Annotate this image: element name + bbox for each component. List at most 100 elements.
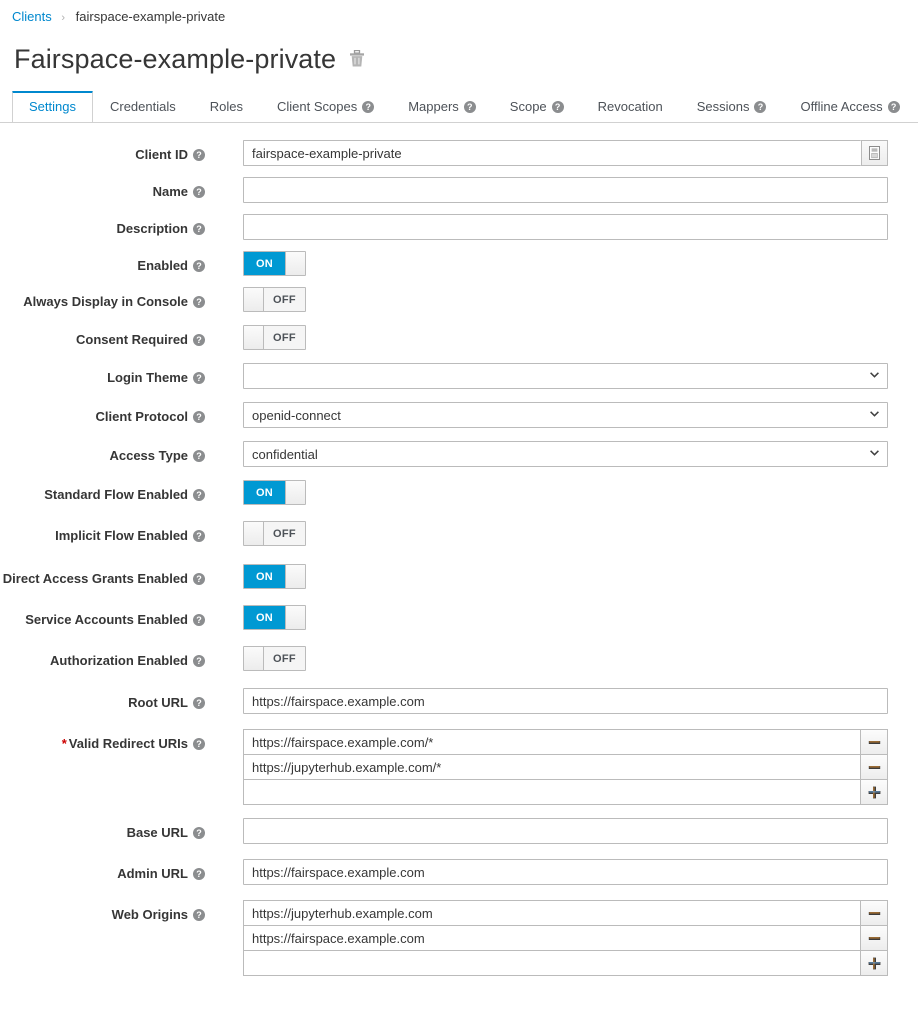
service-accounts-toggle[interactable]: ON (243, 605, 306, 630)
help-icon-client-id[interactable]: ? (193, 149, 205, 161)
form-row-description: Description? (0, 214, 918, 240)
authorization-toggle[interactable]: OFF (243, 646, 306, 671)
implicit-flow-toggle[interactable]: OFF (243, 521, 306, 546)
form-row-login-theme: Login Theme? (0, 363, 918, 389)
field-name (243, 177, 888, 203)
help-icon-service-accounts[interactable]: ? (193, 614, 205, 626)
help-icon-base-url[interactable]: ? (193, 827, 205, 839)
description-input[interactable] (243, 214, 888, 240)
service-accounts-toggle-knob (285, 606, 305, 629)
label-root-url: Root URL? (0, 688, 205, 711)
help-icon-tab-offline-access[interactable]: ? (887, 100, 900, 113)
help-icon-tab-client-scopes[interactable]: ? (362, 100, 375, 113)
admin-url-input[interactable] (243, 859, 888, 885)
consent-required-toggle[interactable]: OFF (243, 325, 306, 350)
login-theme-select[interactable] (243, 363, 888, 389)
root-url-input[interactable] (243, 688, 888, 714)
label-access-type: Access Type? (0, 441, 205, 464)
enabled-toggle[interactable]: ON (243, 251, 306, 276)
tab-scope[interactable]: Scope? (493, 91, 581, 122)
access-type-select[interactable]: confidential (243, 441, 888, 467)
help-icon-always-display[interactable]: ? (193, 296, 205, 308)
valid-redirect-uri-remove-button[interactable] (860, 729, 888, 755)
page-header: Fairspace-example-private (0, 26, 918, 75)
help-icon-authorization[interactable]: ? (193, 655, 205, 667)
form-row-authorization: Authorization Enabled? OFF (0, 646, 918, 673)
tab-offline-access[interactable]: Offline Access? (783, 91, 916, 122)
help-icon-valid-redirect-uris[interactable]: ? (193, 738, 205, 750)
tab-roles[interactable]: Roles (193, 91, 260, 122)
base-url-input[interactable] (243, 818, 888, 844)
label-enabled: Enabled? (0, 251, 205, 274)
valid-redirect-uri-remove-button[interactable] (860, 754, 888, 780)
label-standard-flow: Standard Flow Enabled? (0, 480, 205, 503)
tab-label: Client Scopes (277, 99, 358, 114)
name-input[interactable] (243, 177, 888, 203)
enabled-toggle-knob (285, 252, 305, 275)
tab-credentials[interactable]: Credentials (93, 91, 193, 122)
form-row-web-origins: Web Origins? (0, 900, 918, 976)
breadcrumb-separator-icon: › (61, 12, 66, 24)
help-icon-enabled[interactable]: ? (193, 260, 205, 272)
client-id-input[interactable] (243, 140, 862, 166)
help-icon-implicit-flow[interactable]: ? (193, 530, 205, 542)
valid-redirect-uri-row (243, 754, 888, 780)
direct-access-toggle-knob (285, 565, 305, 588)
help-icon-access-type[interactable]: ? (193, 450, 205, 462)
label-valid-redirect-uris: * Valid Redirect URIs? (0, 729, 205, 752)
valid-redirect-uri-add-button[interactable] (860, 779, 888, 805)
required-asterisk: * (61, 736, 67, 751)
label-always-display-text: Always Display in Console (23, 294, 188, 309)
form-row-client-id: Client ID? (0, 140, 918, 166)
help-icon-web-origins[interactable]: ? (193, 909, 205, 921)
valid-redirect-uri-input[interactable] (243, 754, 860, 780)
copy-icon[interactable] (861, 140, 888, 166)
field-authorization: OFF (243, 646, 888, 673)
form-row-implicit-flow: Implicit Flow Enabled? OFF (0, 521, 918, 548)
tab-label: Revocation (597, 99, 663, 114)
label-authorization: Authorization Enabled? (0, 646, 205, 669)
label-client-id-text: Client ID (135, 147, 188, 162)
help-icon-client-protocol[interactable]: ? (193, 411, 205, 423)
tab-revocation[interactable]: Revocation (581, 91, 680, 122)
valid-redirect-uri-input[interactable] (243, 729, 860, 755)
web-origin-input[interactable] (243, 900, 860, 926)
help-icon-tab-mappers[interactable]: ? (463, 100, 476, 113)
form-row-valid-redirect-uris: * Valid Redirect URIs? (0, 729, 918, 805)
field-client-protocol: openid-connect (243, 402, 888, 428)
web-origin-input[interactable] (243, 950, 860, 976)
web-origin-add-button[interactable] (860, 950, 888, 976)
help-icon-admin-url[interactable]: ? (193, 868, 205, 880)
help-icon-description[interactable]: ? (193, 223, 205, 235)
help-icon-root-url[interactable]: ? (193, 697, 205, 709)
field-standard-flow: ON (243, 480, 888, 505)
delete-client-trash-icon[interactable] (349, 49, 365, 68)
tab-mappers[interactable]: Mappers? (391, 91, 493, 122)
help-icon-login-theme[interactable]: ? (193, 372, 205, 384)
field-root-url (243, 688, 888, 714)
help-icon-tab-scope[interactable]: ? (551, 100, 564, 113)
web-origin-remove-button[interactable] (860, 900, 888, 926)
label-description-text: Description (116, 221, 188, 236)
help-icon-name[interactable]: ? (193, 186, 205, 198)
direct-access-toggle[interactable]: ON (243, 564, 306, 589)
tab-settings[interactable]: Settings (12, 91, 93, 122)
help-icon-consent-required[interactable]: ? (193, 334, 205, 346)
tab-client-scopes[interactable]: Client Scopes? (260, 91, 391, 122)
web-origin-remove-button[interactable] (860, 925, 888, 951)
form-row-enabled: Enabled? ON (0, 251, 918, 276)
client-settings-form: Client ID? Name? Description? (0, 123, 918, 976)
standard-flow-toggle[interactable]: ON (243, 480, 306, 505)
form-row-direct-access: Direct Access Grants Enabled? ON (0, 564, 918, 589)
client-protocol-select[interactable]: openid-connect (243, 402, 888, 428)
help-icon-direct-access[interactable]: ? (193, 573, 205, 585)
help-icon-tab-sessions[interactable]: ? (754, 100, 767, 113)
help-icon-standard-flow[interactable]: ? (193, 489, 205, 501)
always-display-toggle[interactable]: OFF (243, 287, 306, 312)
valid-redirect-uri-input[interactable] (243, 779, 860, 805)
breadcrumb-link-clients[interactable]: Clients (12, 9, 52, 24)
tab-label: Settings (29, 99, 76, 114)
label-valid-redirect-uris-text: Valid Redirect URIs (68, 736, 188, 751)
tab-sessions[interactable]: Sessions? (680, 91, 784, 122)
web-origin-input[interactable] (243, 925, 860, 951)
